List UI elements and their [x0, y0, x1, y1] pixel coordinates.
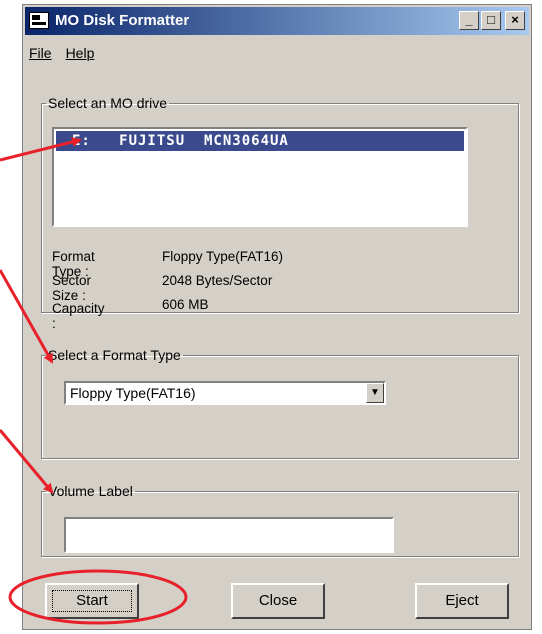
- drive-list-item[interactable]: E: FUJITSU MCN3064UA: [56, 131, 464, 151]
- sector-size-label: Sector Size :: [52, 273, 92, 303]
- window-title: MO Disk Formatter: [55, 12, 190, 29]
- dropdown-arrow-icon[interactable]: ▼: [366, 383, 384, 403]
- format-type-select[interactable]: Floppy Type(FAT16) ▼: [64, 381, 386, 405]
- capacity-value: 606 MB: [162, 297, 209, 312]
- volume-label-input[interactable]: [64, 517, 394, 553]
- close-button-label: Close: [258, 592, 298, 609]
- volume-label-group: Volume Label: [41, 483, 519, 557]
- format-type-legend: Select a Format Type: [48, 347, 181, 363]
- minimize-button[interactable]: _: [459, 11, 479, 30]
- close-button[interactable]: Close: [231, 583, 325, 619]
- capacity-label: Capacity :: [52, 301, 105, 331]
- focus-rectangle: [52, 590, 132, 612]
- close-window-button[interactable]: ×: [505, 11, 525, 30]
- format-type-group: Select a Format Type Floppy Type(FAT16) …: [41, 347, 519, 459]
- drive-group-legend: Select an MO drive: [48, 95, 168, 111]
- start-button[interactable]: Start: [45, 583, 139, 619]
- maximize-button[interactable]: □: [481, 11, 501, 30]
- sector-size-value: 2048 Bytes/Sector: [162, 273, 273, 288]
- format-type-value: Floppy Type(FAT16): [162, 249, 284, 264]
- drive-listbox[interactable]: E: FUJITSU MCN3064UA: [52, 127, 468, 227]
- title-bar[interactable]: MO Disk Formatter _ □ ×: [25, 7, 529, 35]
- eject-button[interactable]: Eject: [415, 583, 509, 619]
- volume-label-legend: Volume Label: [48, 483, 133, 499]
- app-icon: [29, 12, 49, 29]
- menu-bar: File Help: [25, 45, 94, 67]
- drive-group: Select an MO drive E: FUJITSU MCN3064UA …: [41, 95, 519, 331]
- eject-button-label: Eject: [445, 592, 479, 609]
- mo-disk-formatter-window: MO Disk Formatter _ □ × File Help Select…: [22, 4, 532, 630]
- window-controls: _ □ ×: [459, 11, 525, 30]
- menu-help[interactable]: Help: [66, 45, 95, 67]
- format-type-selected-value: Floppy Type(FAT16): [70, 385, 196, 401]
- menu-file[interactable]: File: [29, 45, 52, 67]
